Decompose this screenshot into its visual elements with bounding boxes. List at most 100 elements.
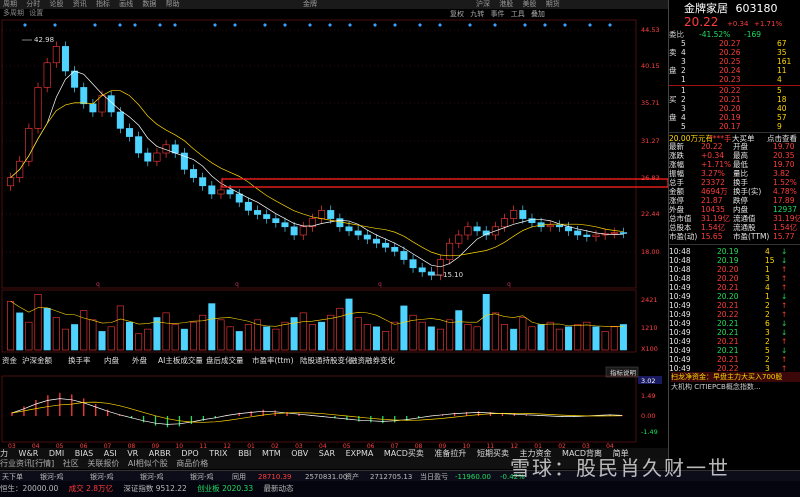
tab-indicator[interactable]: BIAS <box>75 449 93 458</box>
tab-indicator[interactable]: MACD买卖 <box>384 449 424 458</box>
menu-item[interactable]: 帮助 <box>166 0 180 8</box>
book-row[interactable]: 外盘 10435 内盘 12937 <box>669 205 800 214</box>
tab-indicator[interactable]: MTM <box>262 449 281 458</box>
book-row[interactable]: 市盈(动) 15.65 市盈(TTM) 15.77 <box>669 232 800 241</box>
tab-indicator[interactable]: ASI <box>104 449 117 458</box>
book-row[interactable]: 盘 2 20.24 11 <box>669 66 800 75</box>
jiuzhuan-button[interactable]: 九转 <box>470 10 484 18</box>
book-row[interactable]: 10:49 20.21 2 ↑ <box>669 301 800 310</box>
menu-item[interactable]: 论股 <box>49 0 63 8</box>
book-row[interactable]: 10:49 20.21 4 ↑ <box>669 283 800 292</box>
book-row[interactable]: 盘 4 20.19 57 <box>669 113 800 122</box>
book-row[interactable]: 10:48 20.20 1 ↑ <box>669 265 800 274</box>
overlay-button[interactable]: 叠加 <box>531 10 545 18</box>
menu-item[interactable]: 指标 <box>96 0 110 8</box>
news-line[interactable]: 扫龙净资金：早盘主力大买入700股 <box>671 372 800 382</box>
tab-indicator[interactable]: EXPMA <box>346 449 374 458</box>
signal-diamond <box>263 23 267 27</box>
tab-indicator[interactable]: DPO <box>181 449 198 458</box>
indicator-tab[interactable]: 陆股通持股变化 <box>300 355 353 365</box>
nav-related[interactable]: 关联报价 <box>87 459 119 468</box>
tools-button[interactable]: 工具 <box>511 10 525 18</box>
market-tab[interactable]: 港股 <box>499 0 513 8</box>
book-row[interactable]: 10:49 20.21 2 ↑ <box>669 337 800 346</box>
indicator-tab[interactable]: 资金 <box>2 355 17 365</box>
nav-commodity[interactable]: 商品价格 <box>176 459 208 468</box>
book-row[interactable]: 10:49 20.21 2 ↑ <box>669 355 800 364</box>
market-tab[interactable]: 期货 <box>546 0 560 8</box>
indicator-tab[interactable]: 沪深金额 <box>22 355 52 365</box>
book-row[interactable]: 10:49 20.20 1 ↓ <box>669 292 800 301</box>
quote-label: 总股本 <box>669 223 692 232</box>
nav-industry[interactable]: 行业资讯[行情] <box>0 459 54 468</box>
book-row[interactable]: 10:49 20.21 6 ↓ <box>669 319 800 328</box>
book-row[interactable]: 总市值 31.19亿 流通值 31.19亿 <box>669 214 800 223</box>
book-row[interactable]: 1 20.22 5 <box>669 86 800 95</box>
book-row[interactable]: 买 2 20.21 18 <box>669 95 800 104</box>
tab-indicator[interactable]: 短期买卖 <box>477 449 509 458</box>
book-row[interactable]: 5 20.17 9 <box>669 122 800 131</box>
task-item[interactable]: 银河-鸡 <box>140 473 164 481</box>
task-item[interactable]: 银河-鸡 <box>190 473 214 481</box>
indicator-tab[interactable]: 市盈率(ttm) <box>252 355 294 365</box>
event-button[interactable]: 事件 <box>490 10 504 18</box>
book-row[interactable]: 10:48 20.19 4 ↓ <box>669 247 800 256</box>
book-row[interactable]: 最新 20.22 开盘 19.70 <box>669 142 800 151</box>
tick-arrow: ↓ <box>781 292 788 301</box>
book-row[interactable]: 涨幅 +1.71% 最低 19.70 <box>669 160 800 169</box>
nav-ai-similar[interactable]: AI相似个股 <box>128 459 168 468</box>
book-row[interactable]: 3 20.20 40 <box>669 104 800 113</box>
quote-label: 总市值 <box>669 214 692 223</box>
indicator-tab[interactable]: 内盘 <box>104 355 119 365</box>
tab-indicator[interactable]: OBV <box>291 449 308 458</box>
tab-indicator[interactable]: SAR <box>319 449 335 458</box>
quote-label: 换手 <box>733 178 748 187</box>
menu-item[interactable]: 画线 <box>119 0 133 8</box>
menu-item[interactable]: 资讯 <box>73 0 87 8</box>
tab-wr[interactable]: W&R <box>19 449 39 458</box>
tab-indicator[interactable]: VR <box>127 449 138 458</box>
nav-community[interactable]: 社区 <box>63 459 79 468</box>
indicator-tab[interactable]: 盘后成交量 <box>206 355 244 365</box>
book-row[interactable]: 总手 23372 换手 1.52% <box>669 178 800 187</box>
fuquan-button[interactable]: 复权 <box>450 10 464 18</box>
book-row[interactable]: 10:48 20.20 3 ↑ <box>669 274 800 283</box>
book-row[interactable]: 10:49 20.21 5 ↓ <box>669 346 800 355</box>
menu-item[interactable]: 周期 <box>3 0 17 8</box>
menu-item[interactable]: 数据 <box>142 0 156 8</box>
menu-item[interactable]: 分时 <box>26 0 40 8</box>
news-line[interactable]: 大机构 CITIEPCB概念指数... <box>671 382 800 392</box>
indicator-tab[interactable]: 外盘 <box>132 355 147 365</box>
candle-body <box>144 152 152 162</box>
book-row[interactable]: 金额 4694万 换手(实) 4.78% <box>669 187 800 196</box>
task-item[interactable]: 银河-鸡 <box>90 473 114 481</box>
indicator-tab[interactable]: 换手率 <box>68 355 91 365</box>
task-item[interactable]: 银河-鸡 <box>40 473 64 481</box>
tab-indicator[interactable]: TRIX <box>209 449 227 458</box>
book-row[interactable]: 1 20.23 4 <box>669 75 800 84</box>
indicator-tab[interactable]: AI主板成交量 <box>158 355 203 365</box>
book-row[interactable]: 涨停 21.87 跌停 17.89 <box>669 196 800 205</box>
multi-period-button[interactable]: 多周期 <box>3 9 24 17</box>
book-row[interactable]: 振幅 3.27% 量比 3.82 <box>669 169 800 178</box>
book-row[interactable]: 5 20.27 67 <box>669 39 800 48</box>
candle-body <box>52 46 60 64</box>
book-row[interactable]: 10:49 20.22 2 ↑ <box>669 310 800 319</box>
volume-bar <box>354 317 362 351</box>
book-row[interactable]: 10:48 20.19 15 ↓ <box>669 256 800 265</box>
market-tab[interactable]: 沪深 <box>476 0 490 8</box>
tab-indicator[interactable]: ARBR <box>149 449 171 458</box>
kline-chart[interactable]: 42.98 15.10 44.53 40.15 35.71 31.27 26.8… <box>0 18 668 448</box>
tab-indicator[interactable]: DMI <box>49 449 64 458</box>
book-row[interactable]: 卖 4 20.26 35 <box>669 48 800 57</box>
market-tab[interactable]: 美股 <box>522 0 536 8</box>
book-row[interactable]: 总股本 1.54亿 流通股 1.54亿 <box>669 223 800 232</box>
task-item[interactable]: 天下单 <box>2 473 23 481</box>
book-row[interactable]: 涨跌 +0.34 最高 20.35 <box>669 151 800 160</box>
book-row[interactable]: 10:49 20.21 3 ↓ <box>669 328 800 337</box>
indicator-tab[interactable]: 融资融券变化 <box>350 355 395 365</box>
tab-indicator[interactable]: BBI <box>238 449 251 458</box>
tab-indicator[interactable]: 准备拉升 <box>434 449 466 458</box>
settings-button[interactable]: 设置 <box>29 9 43 17</box>
book-row[interactable]: 3 20.25 161 <box>669 57 800 66</box>
